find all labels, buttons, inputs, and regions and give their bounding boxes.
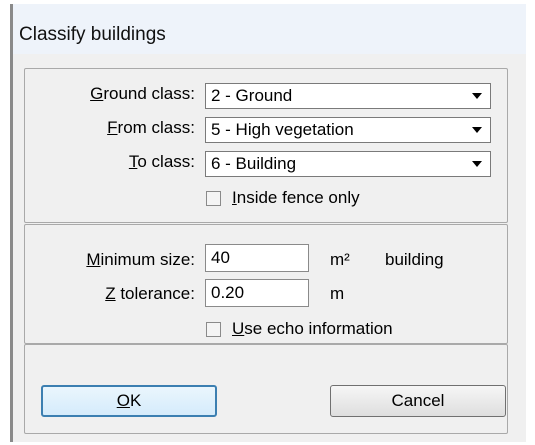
ground-class-value: 2 - Ground <box>211 86 293 105</box>
chevron-down-icon <box>472 93 482 99</box>
dialog-client-area: Ground class: 2 - Ground From class: 5 -… <box>13 54 526 442</box>
minimum-size-unit: m² <box>330 250 350 269</box>
chevron-down-icon <box>472 161 482 167</box>
use-echo-checkbox[interactable] <box>206 322 221 337</box>
to-class-value: 6 - Building <box>211 154 297 173</box>
title-bar[interactable]: Classify buildings <box>13 4 526 54</box>
to-class-select[interactable]: 6 - Building <box>205 151 491 177</box>
inside-fence-checkbox[interactable] <box>206 191 221 206</box>
inside-fence-label[interactable]: Inside fence only <box>232 188 360 208</box>
classify-buildings-dialog: Classify buildings Ground class: 2 - Gro… <box>10 4 526 442</box>
z-tolerance-label: Z tolerance: <box>105 284 195 303</box>
minimum-size-label: Minimum size: <box>86 250 195 269</box>
minimum-size-input[interactable]: 40 <box>205 244 309 272</box>
from-class-label: From class: <box>107 118 195 137</box>
z-tolerance-value: 0.20 <box>211 283 245 302</box>
minimum-size-value: 40 <box>211 248 230 267</box>
from-class-value: 5 - High vegetation <box>211 120 354 139</box>
cancel-button[interactable]: Cancel <box>330 385 506 417</box>
minimum-size-suffix: building <box>385 250 444 269</box>
to-class-label: To class: <box>128 152 195 171</box>
from-class-select[interactable]: 5 - High vegetation <box>205 117 491 143</box>
ground-class-select[interactable]: 2 - Ground <box>205 83 491 109</box>
ok-button[interactable]: OK <box>41 385 217 417</box>
z-tolerance-unit: m <box>330 284 345 303</box>
dialog-title: Classify buildings <box>19 24 166 45</box>
z-tolerance-input[interactable]: 0.20 <box>205 279 309 307</box>
ground-class-label: Ground class: <box>90 84 195 103</box>
use-echo-label[interactable]: Use echo information <box>232 319 393 339</box>
chevron-down-icon <box>472 127 482 133</box>
